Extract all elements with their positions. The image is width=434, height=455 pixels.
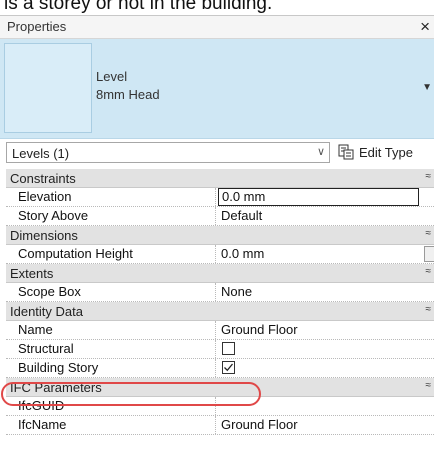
type-family-label: Level — [96, 69, 128, 84]
collapse-icon[interactable]: ≈ — [426, 380, 432, 391]
group-label: Extents — [10, 266, 54, 281]
property-row-computation-height[interactable]: Computation Height 0.0 mm — [6, 245, 434, 264]
property-row-ifcname[interactable]: IfcName Ground Floor — [6, 416, 434, 435]
property-name: Elevation — [6, 188, 216, 206]
structural-checkbox[interactable] — [222, 342, 235, 355]
property-row-name[interactable]: Name Ground Floor — [6, 321, 434, 340]
type-name-label: 8mm Head — [96, 87, 160, 102]
property-name: Building Story — [6, 359, 216, 377]
chevron-down-icon[interactable]: ▼ — [422, 82, 432, 93]
property-name: Story Above — [6, 207, 216, 225]
chevron-down-icon: ∨ — [316, 146, 325, 158]
group-label: Dimensions — [10, 228, 78, 243]
palette-title: Properties — [7, 19, 67, 34]
group-label: Constraints — [10, 171, 76, 186]
building-story-highlight — [1, 382, 261, 406]
property-value[interactable]: 0.0 mm — [219, 245, 434, 263]
collapse-icon[interactable]: ≈ — [426, 228, 432, 239]
group-identity-data[interactable]: Identity Data ≈ — [6, 302, 434, 321]
properties-palette: Properties × Level 8mm Head ▼ Levels (1)… — [0, 15, 434, 455]
property-value[interactable]: Default — [219, 207, 434, 225]
property-name: IfcName — [6, 416, 216, 434]
collapse-icon[interactable]: ≈ — [426, 171, 432, 182]
property-name: Computation Height — [6, 245, 216, 263]
caption-text: is a storey or not in the building. — [4, 0, 273, 14]
collapse-icon[interactable]: ≈ — [426, 266, 432, 277]
edit-type-icon — [338, 144, 354, 160]
building-story-checkbox[interactable] — [222, 361, 235, 374]
instance-filter-dropdown[interactable]: Levels (1) ∨ — [6, 142, 330, 163]
property-row-scope-box[interactable]: Scope Box None — [6, 283, 434, 302]
edit-type-label: Edit Type — [359, 144, 413, 160]
edit-type-button[interactable]: Edit Type — [338, 141, 413, 163]
palette-titlebar: Properties × — [0, 16, 434, 39]
property-name: Scope Box — [6, 283, 216, 301]
property-row-structural[interactable]: Structural — [6, 340, 434, 359]
group-dimensions[interactable]: Dimensions ≈ — [6, 226, 434, 245]
type-selector[interactable]: Level 8mm Head ▼ — [0, 39, 434, 139]
type-preview-image — [4, 43, 92, 133]
collapse-icon[interactable]: ≈ — [426, 304, 432, 315]
value-edit-button[interactable] — [424, 246, 434, 262]
instance-filter-label: Levels (1) — [12, 146, 70, 161]
property-value[interactable]: Ground Floor — [219, 321, 434, 339]
property-row-story-above[interactable]: Story Above Default — [6, 207, 434, 226]
property-value[interactable]: Ground Floor — [219, 416, 434, 434]
property-name: Name — [6, 321, 216, 339]
checkmark-icon — [224, 363, 234, 372]
instance-filter-row: Levels (1) ∨ Edit Type — [0, 141, 434, 165]
property-value[interactable]: None — [219, 283, 434, 301]
close-icon[interactable]: × — [420, 16, 430, 38]
property-name: Structural — [6, 340, 216, 358]
group-constraints[interactable]: Constraints ≈ — [6, 169, 434, 188]
group-extents[interactable]: Extents ≈ — [6, 264, 434, 283]
property-row-elevation[interactable]: Elevation 0.0 mm — [6, 188, 434, 207]
property-row-building-story[interactable]: Building Story — [6, 359, 434, 378]
elevation-input[interactable]: 0.0 mm — [218, 188, 419, 206]
group-label: Identity Data — [10, 304, 83, 319]
